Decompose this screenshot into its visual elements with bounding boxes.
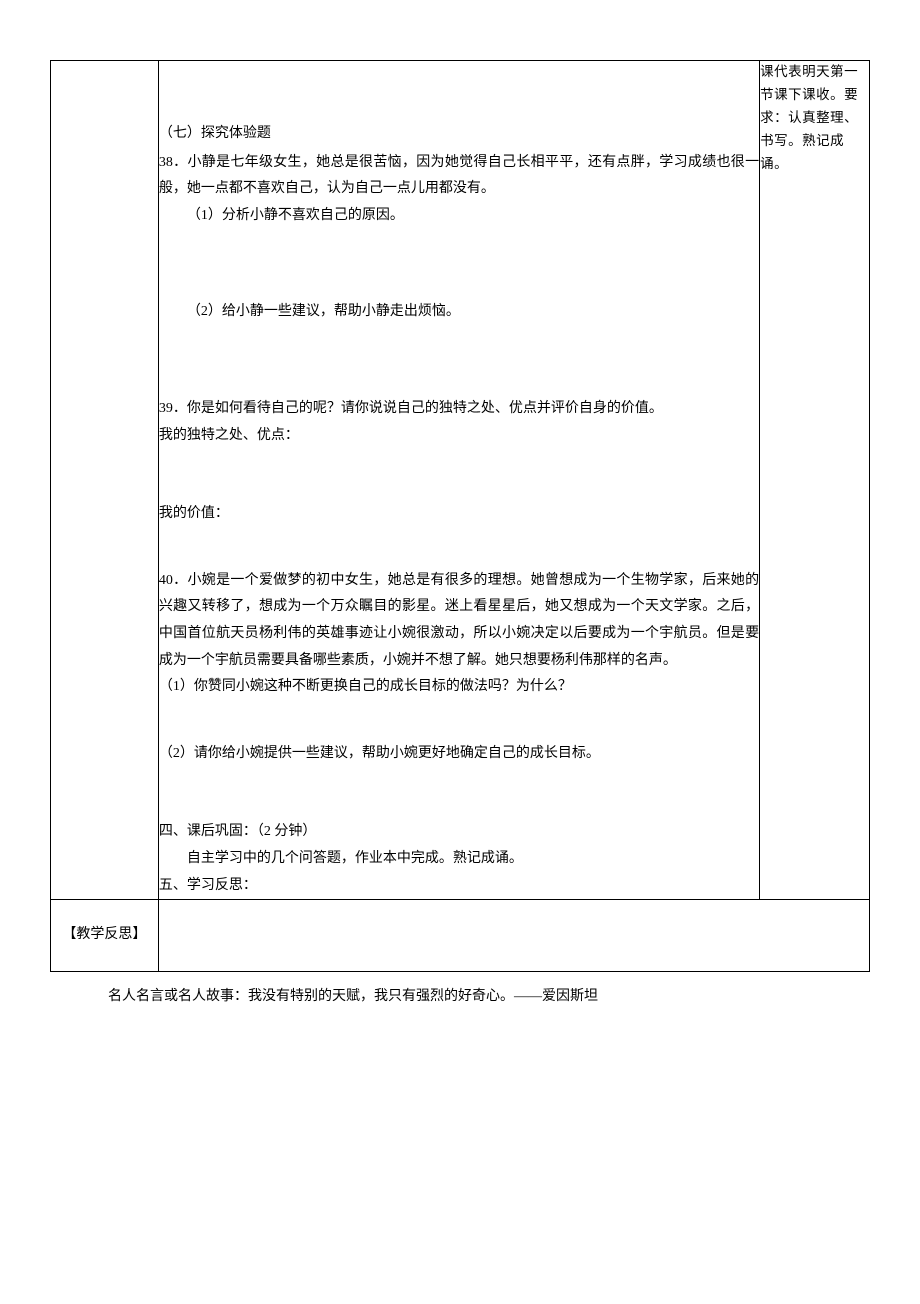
q38-stem: 38．小静是七年级女生，她总是很苦恼，因为她觉得自己长相平平，还有点胖，学习成绩… — [159, 150, 759, 203]
reflection-label: 【教学反思】 — [62, 927, 146, 942]
middle-content-cell: （七）探究体验题 38．小静是七年级女生，她总是很苦恼，因为她觉得自己长相平平，… — [158, 61, 759, 900]
footer-quote: 名人名言或名人故事：我没有特别的天赋，我只有强烈的好奇心。——爱因斯坦 — [50, 984, 870, 1011]
q39-line1: 我的独特之处、优点： — [159, 423, 759, 450]
answer-space — [159, 449, 759, 501]
right-note-cell: 课代表明天第一节课下课收。要求：认真整理、书写。熟记成诵。 — [760, 61, 870, 900]
answer-space — [159, 229, 759, 299]
section7-heading: （七）探究体验题 — [159, 121, 759, 148]
answer-space — [159, 528, 759, 568]
q39-line2: 我的价值： — [159, 501, 759, 528]
q39-stem: 39．你是如何看待自己的呢？请你说说自己的独特之处、优点并评价自身的价值。 — [159, 396, 759, 423]
left-empty-cell — [51, 61, 159, 900]
content-row: （七）探究体验题 38．小静是七年级女生，她总是很苦恼，因为她觉得自己长相平平，… — [51, 61, 870, 900]
part4-body: 自主学习中的几个问答题，作业本中完成。熟记成诵。 — [159, 846, 759, 873]
content-block: （七）探究体验题 38．小静是七年级女生，她总是很苦恼，因为她觉得自己长相平平，… — [159, 121, 759, 899]
sidebar-note: 课代表明天第一节课下课收。要求：认真整理、书写。熟记成诵。 — [760, 61, 869, 176]
q38-sub2: （2）给小静一些建议，帮助小静走出烦恼。 — [159, 299, 759, 326]
reflection-content-cell — [158, 900, 869, 972]
part5-heading: 五、学习反思： — [159, 873, 759, 900]
part4-heading: 四、课后巩固：（2 分钟） — [159, 819, 759, 846]
q38-sub1: （1）分析小静不喜欢自己的原因。 — [159, 203, 759, 230]
reflection-row: 【教学反思】 — [51, 900, 870, 972]
answer-space — [159, 767, 759, 819]
lesson-table: （七）探究体验题 38．小静是七年级女生，她总是很苦恼，因为她觉得自己长相平平，… — [50, 60, 870, 972]
q40-stem: 40．小婉是一个爱做梦的初中女生，她总是有很多的理想。她曾想成为一个生物学家，后… — [159, 568, 759, 674]
q40-sub1: （1）你赞同小婉这种不断更换自己的成长目标的做法吗？为什么？ — [159, 674, 759, 701]
q40-sub2: （2）请你给小婉提供一些建议，帮助小婉更好地确定自己的成长目标。 — [159, 741, 759, 768]
answer-space — [159, 701, 759, 741]
answer-space — [159, 326, 759, 396]
reflection-label-cell: 【教学反思】 — [51, 900, 159, 972]
